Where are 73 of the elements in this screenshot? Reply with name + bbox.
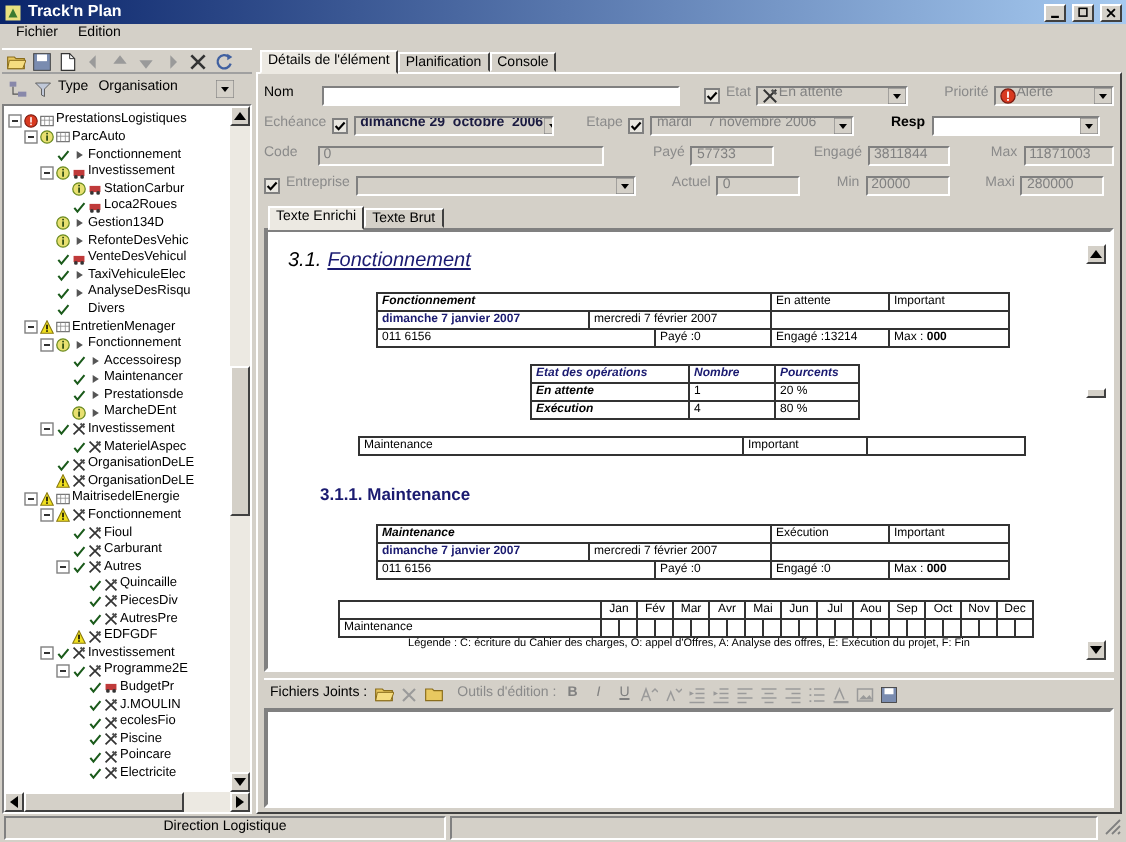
input-field[interactable] — [321, 85, 680, 105]
caret-icon — [615, 177, 634, 193]
maximize-button[interactable] — [1072, 3, 1094, 21]
collapse-icon[interactable] — [24, 491, 38, 506]
scroll-down-button[interactable] — [1086, 640, 1106, 660]
text-color-icon[interactable] — [832, 685, 851, 703]
save-icon[interactable] — [880, 685, 899, 703]
section-heading: 3.1.1. Maintenance — [320, 484, 473, 508]
delete-icon[interactable] — [188, 51, 208, 71]
dropdown-field[interactable] — [355, 175, 636, 195]
alert-icon — [24, 113, 38, 128]
triangle-icon — [72, 147, 86, 162]
alert-icon — [1000, 87, 1017, 103]
right-arrow-icon[interactable] — [234, 796, 246, 808]
resize-grip-icon[interactable] — [1102, 816, 1122, 836]
new-page-icon[interactable] — [58, 51, 78, 71]
collapse-icon[interactable] — [40, 646, 54, 661]
collapse-icon[interactable] — [56, 663, 70, 678]
minimize-button[interactable] — [1044, 3, 1066, 21]
info-icon — [40, 130, 54, 145]
collapse-icon[interactable] — [40, 165, 54, 180]
save-icon[interactable] — [32, 51, 52, 71]
check-icon — [56, 147, 70, 162]
window-title: Track'n Plan — [28, 2, 122, 22]
up-arrow-icon[interactable] — [234, 110, 246, 122]
caret-icon — [1094, 87, 1112, 103]
folder-icon[interactable] — [423, 684, 444, 704]
caret-icon — [1079, 117, 1098, 133]
open-folder-icon[interactable] — [373, 684, 394, 704]
down-arrow-icon[interactable] — [234, 776, 246, 788]
grid-icon — [56, 319, 70, 334]
maximize-icon — [1076, 5, 1090, 19]
vehicle-icon — [72, 251, 86, 266]
collapse-icon[interactable] — [24, 319, 38, 334]
collapse-icon[interactable] — [56, 560, 70, 575]
up-arrow-icon — [1090, 248, 1102, 260]
scroll-up-button[interactable] — [1086, 244, 1106, 264]
horizontal-scrollbar[interactable] — [4, 792, 250, 812]
caret-icon — [216, 80, 235, 98]
info-icon — [72, 405, 86, 420]
tools-icon — [72, 508, 86, 523]
tools-icon — [762, 87, 779, 103]
info-icon — [56, 337, 70, 352]
section-number: 3.1. — [288, 250, 322, 274]
collapse-icon[interactable] — [40, 337, 54, 352]
app-icon — [4, 3, 22, 21]
down-arrow-icon — [1090, 644, 1102, 656]
vehicle-icon — [104, 680, 118, 695]
open-folder-icon[interactable] — [6, 51, 26, 71]
scrollbar-thumb[interactable] — [230, 366, 250, 516]
scrollbar-thumb[interactable] — [24, 792, 184, 812]
warning-icon — [40, 319, 54, 334]
left-arrow-icon[interactable] — [8, 796, 20, 808]
collapse-icon[interactable] — [24, 130, 38, 145]
tools-icon — [104, 697, 118, 712]
check-icon — [72, 199, 86, 214]
tools-icon — [72, 422, 86, 437]
scrollbar-thumb[interactable] — [1086, 387, 1106, 397]
warning-icon — [72, 629, 86, 644]
grid-icon — [56, 491, 70, 506]
refresh-icon[interactable] — [214, 51, 234, 71]
section-title[interactable]: Fonctionnement — [327, 250, 471, 274]
collapse-icon[interactable] — [8, 113, 22, 128]
filter-icon[interactable] — [34, 80, 52, 98]
caret-icon — [888, 87, 907, 103]
dropdown-field[interactable] — [931, 115, 1100, 135]
collapse-icon[interactable] — [40, 508, 54, 523]
close-icon — [1104, 5, 1118, 19]
collapse-icon[interactable] — [40, 422, 54, 437]
caret-icon — [834, 117, 853, 133]
close-button[interactable] — [1100, 3, 1122, 21]
vertical-scrollbar[interactable] — [230, 106, 250, 792]
text-editor[interactable] — [264, 708, 1114, 808]
